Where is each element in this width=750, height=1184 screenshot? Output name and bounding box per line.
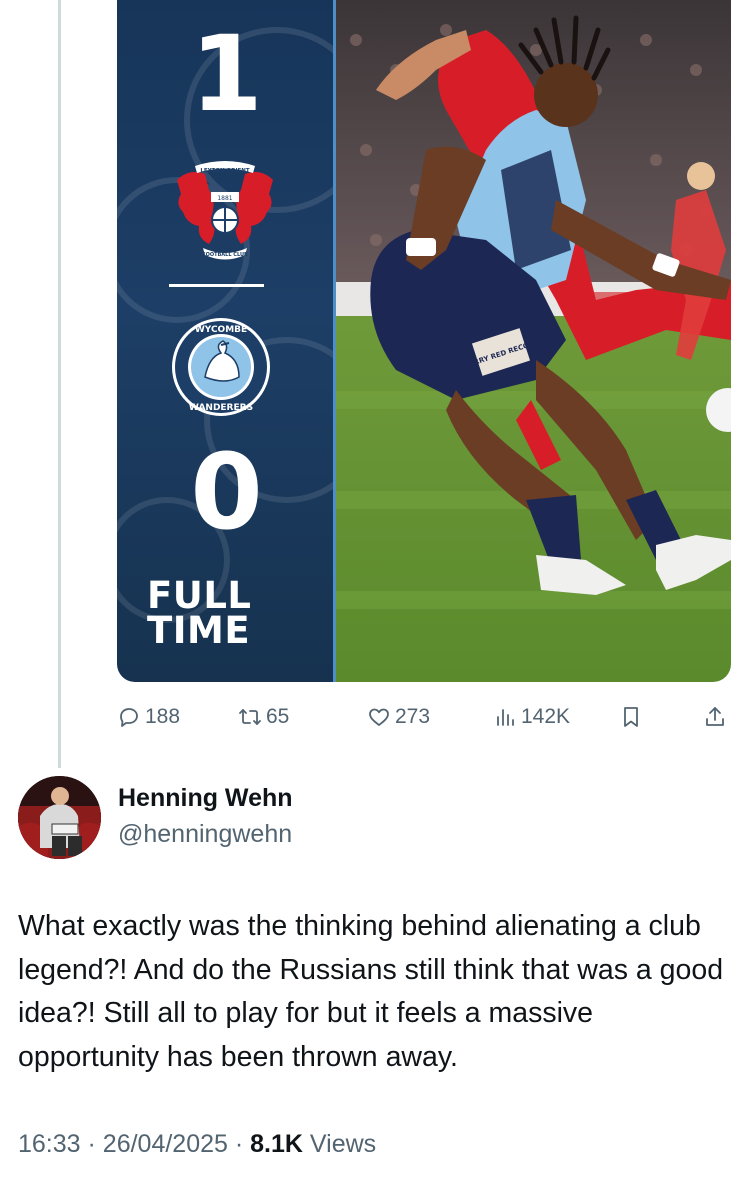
retweet-icon	[239, 709, 261, 725]
away-crest-subtitle: WANDERERS	[189, 403, 253, 413]
away-score: 0	[190, 431, 263, 553]
reply-button[interactable]: 188	[117, 700, 180, 734]
share-icon	[706, 707, 724, 726]
score-panel: 1 1881 LEYTON ORIENT FOOTBALL CLUB WYCOM…	[117, 0, 336, 682]
bookmark-icon	[624, 707, 638, 727]
full-time-label-line2: TIME	[147, 609, 251, 652]
share-button[interactable]	[703, 700, 731, 734]
home-score: 1	[190, 13, 263, 135]
views-button[interactable]: 142K	[493, 700, 570, 734]
reply-count: 188	[145, 705, 181, 728]
tweet-body-text: What exactly was the thinking behind ali…	[18, 910, 724, 1073]
meta-separator-2: ·	[234, 1130, 244, 1158]
author-avatar[interactable]	[18, 776, 101, 859]
tweet-action-bar: 188 65 273 142K	[117, 700, 731, 734]
match-photo: CHERRY RED RECORDS	[336, 0, 731, 682]
retweet-button[interactable]: 65	[238, 700, 289, 734]
leyton-orient-crest-icon: 1881 LEYTON ORIENT FOOTBALL CLUB	[177, 161, 273, 260]
meta-separator: ·	[87, 1130, 96, 1158]
tweet-meta: 16:33 · 26/04/2025 · 8.1K Views	[18, 1130, 376, 1159]
like-button[interactable]: 273	[367, 700, 430, 734]
wycombe-wanderers-crest-icon: WYCOMBE WANDERERS	[172, 318, 270, 416]
views-total-count: 8.1K	[250, 1130, 303, 1158]
tweet-date[interactable]: 26/04/2025	[103, 1130, 228, 1158]
avatar-image	[18, 776, 101, 859]
tweet-media-image[interactable]: 1 1881 LEYTON ORIENT FOOTBALL CLUB WYCOM…	[117, 0, 731, 682]
like-count: 273	[395, 705, 431, 728]
thread-connector-line	[58, 0, 61, 768]
home-crest-year: 1881	[217, 195, 232, 202]
bookmark-button[interactable]	[619, 700, 647, 734]
retweet-count: 65	[266, 705, 290, 728]
home-crest-subtitle: FOOTBALL CLUB	[202, 252, 248, 258]
views-count: 142K	[521, 705, 571, 728]
tweet-time[interactable]: 16:33	[18, 1130, 81, 1158]
views-label: Views	[309, 1130, 377, 1158]
away-crest-name: WYCOMBE	[195, 325, 247, 335]
home-crest-name: LEYTON ORIENT	[200, 168, 250, 174]
views-icon	[497, 709, 514, 726]
like-icon	[369, 708, 389, 726]
author-display-name[interactable]: Henning Wehn	[118, 784, 293, 813]
score-divider	[169, 284, 264, 287]
author-handle[interactable]: @henningwehn	[118, 820, 292, 849]
reply-icon	[120, 708, 138, 727]
